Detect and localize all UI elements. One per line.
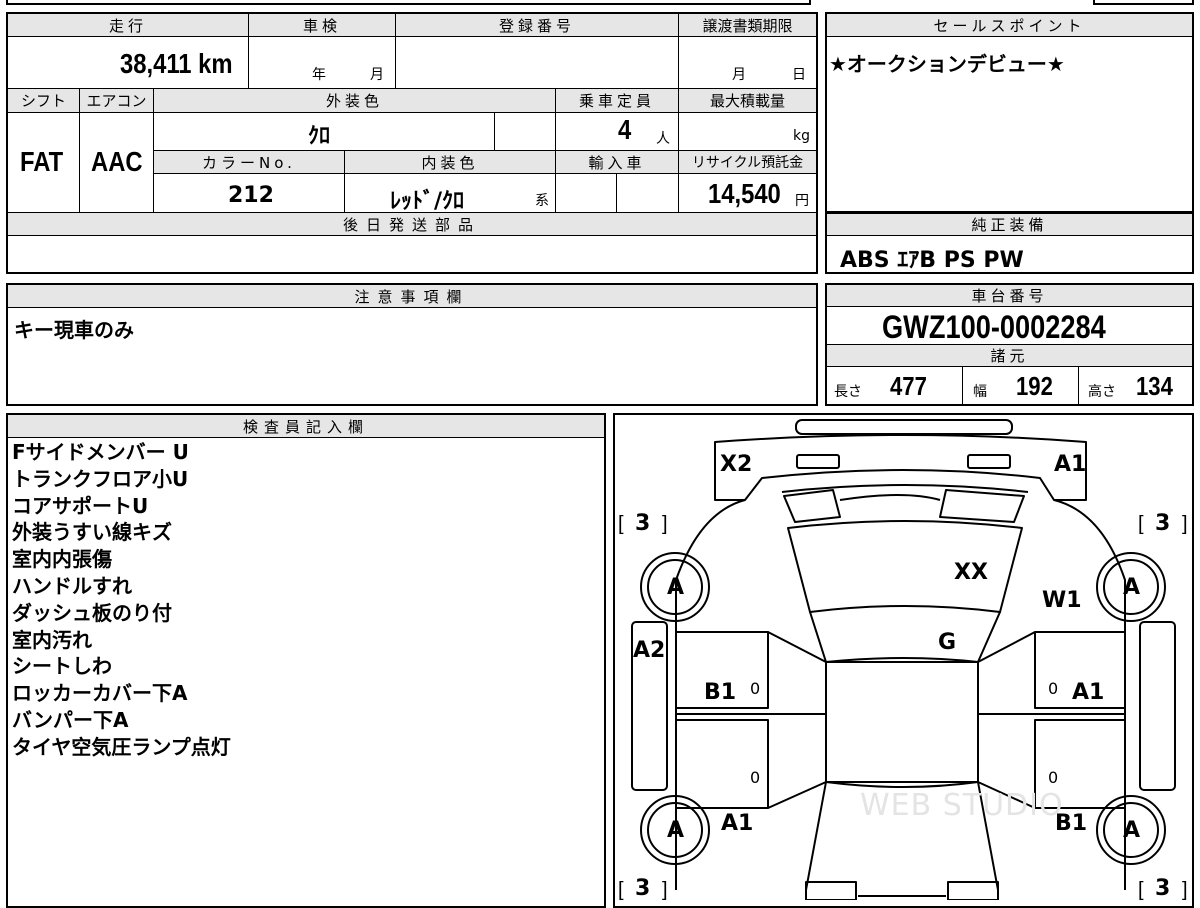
tire-tread-br: 3 (1155, 876, 1171, 901)
svg-text:]: ] (662, 879, 668, 900)
mark-a1-top: A1 (1054, 452, 1087, 477)
mark-w1: W1 (1042, 588, 1082, 613)
zero-mark: 0 (1048, 679, 1059, 698)
zero-mark: 0 (1048, 768, 1059, 787)
mark-g: G (938, 630, 957, 655)
svg-text:]: ] (662, 513, 668, 535)
mark-a2: A2 (633, 638, 666, 663)
mark-x2: X2 (720, 452, 753, 477)
svg-text:]: ] (1182, 879, 1188, 900)
mark-xx: XX (954, 560, 988, 585)
tire-tread-tl: 3 (635, 511, 651, 536)
mark-a1-right: A1 (1072, 680, 1105, 705)
tire-tread-bl: 3 (635, 876, 651, 901)
wheel-label-fl: A (667, 575, 685, 600)
tire-tread-tr: 3 (1155, 511, 1171, 536)
svg-text:[: [ (1138, 879, 1144, 900)
mark-b1-left: B1 (704, 680, 737, 705)
svg-text:[: [ (1138, 513, 1144, 535)
zero-mark: 0 (750, 679, 761, 698)
wheel-label-rl: A (667, 818, 685, 843)
car-diagram: [] [] [] [] (618, 419, 1188, 900)
svg-text:[: [ (618, 513, 624, 535)
zero-mark: 0 (750, 768, 761, 787)
mark-a1-bl: A1 (721, 811, 754, 836)
svg-text:]: ] (1182, 513, 1188, 535)
wheel-label-rr: A (1123, 818, 1141, 843)
svg-text:[: [ (618, 879, 624, 900)
wheel-label-fr: A (1123, 575, 1141, 600)
watermark: WEB STUDIO (860, 788, 1064, 823)
